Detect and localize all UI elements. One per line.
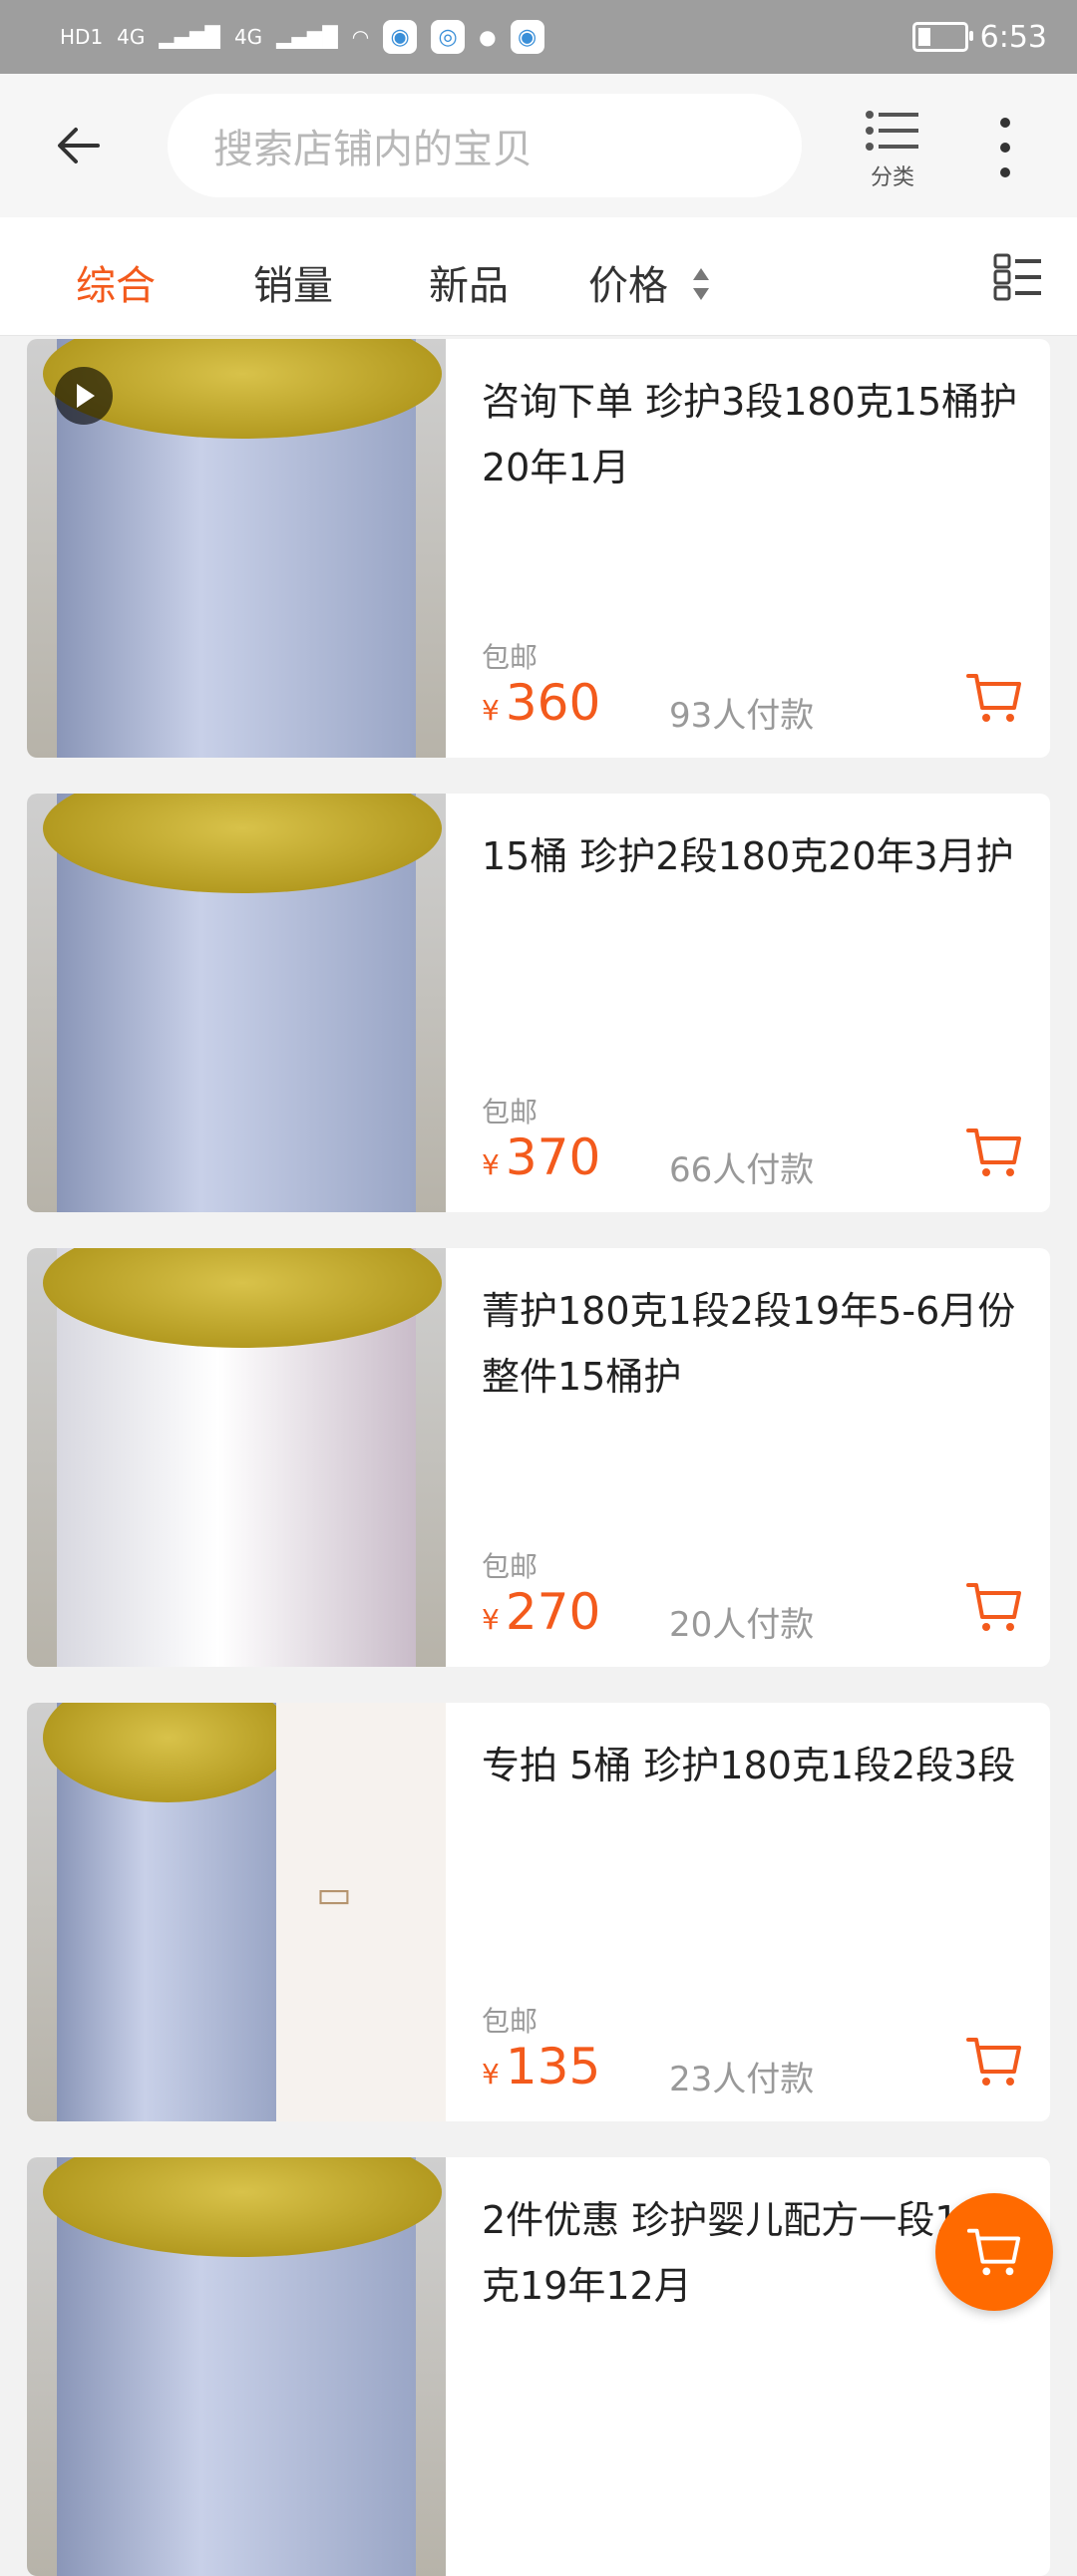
product-image[interactable]: ▭ <box>27 1703 446 2121</box>
product-price: ¥360 <box>482 674 601 732</box>
tab-comprehensive[interactable]: 综合 <box>76 253 156 311</box>
tab-price[interactable]: 价格 <box>588 253 711 311</box>
promo-banner: ▭ <box>276 1703 446 2121</box>
product-card[interactable]: 菁护180克1段2段19年5-6月份整件15桶护 包邮 ¥270 20人付款 <box>27 1248 1050 1667</box>
free-shipping-label: 包邮 <box>482 1550 538 1583</box>
app-notification-icon-2: ◎ <box>431 20 466 54</box>
battery-icon <box>911 22 973 52</box>
tab-price-label: 价格 <box>588 263 668 309</box>
wifi-icon: ◠ <box>351 25 370 49</box>
signal-icon: ▂▄▆█ <box>159 25 220 49</box>
more-options-icon[interactable] <box>995 118 1015 177</box>
network-indicator-2: 4G <box>233 25 263 49</box>
sold-count: 20人付款 <box>669 1605 815 1645</box>
play-video-icon[interactable] <box>55 367 113 425</box>
product-image[interactable] <box>27 2157 446 2576</box>
add-to-cart-icon[interactable] <box>964 668 1024 728</box>
search-placeholder: 搜索店铺内的宝贝 <box>213 127 533 172</box>
tab-new[interactable]: 新品 <box>429 253 509 311</box>
sold-count: 93人付款 <box>669 696 815 736</box>
status-right: 6:53 <box>911 19 1047 55</box>
sort-bar: 综合 销量 新品 价格 <box>0 217 1077 336</box>
add-to-cart-icon[interactable] <box>964 1577 1024 1637</box>
back-button[interactable] <box>52 116 112 175</box>
sold-count: 66人付款 <box>669 1150 815 1190</box>
tab-sales[interactable]: 销量 <box>253 253 333 311</box>
floating-cart-button[interactable] <box>935 2193 1053 2311</box>
signal-icon-2: ▂▄▆█ <box>276 25 338 49</box>
product-image[interactable] <box>27 794 446 1212</box>
product-title: 菁护180克1段2段19年5-6月份整件15桶护 <box>482 1289 1016 1399</box>
search-input[interactable]: 搜索店铺内的宝贝 <box>168 94 802 197</box>
product-title: 专拍 5桶 珍护180克1段2段3段 <box>482 1744 1016 1787</box>
product-price: ¥270 <box>482 1583 601 1641</box>
product-title: 15桶 珍护2段180克20年3月护 <box>482 834 1014 878</box>
status-bar: HD1 4G ▂▄▆█ 4G ▂▄▆█ ◠ ◉ ◎ ● ◉ 6:53 <box>0 0 1077 74</box>
cart-icon <box>966 2228 1021 2276</box>
product-card[interactable]: 2件优惠 珍护婴儿配方一段180克19年12月 <box>27 2157 1050 2576</box>
free-shipping-label: 包邮 <box>482 1096 538 1128</box>
list-icon <box>865 110 920 152</box>
product-card[interactable]: 咨询下单 珍护3段180克15桶护 20年1月 包邮 ¥360 93人付款 <box>27 339 1050 758</box>
top-bar: 搜索店铺内的宝贝 分类 <box>0 74 1077 217</box>
product-price: ¥135 <box>482 2038 601 2095</box>
app-notification-icon-3: ◉ <box>510 20 544 54</box>
sort-arrows-icon <box>692 268 709 300</box>
arrow-left-icon <box>58 128 100 163</box>
product-card[interactable]: ▭ 专拍 5桶 珍护180克1段2段3段 包邮 ¥135 23人付款 <box>27 1703 1050 2121</box>
sold-count: 23人付款 <box>669 2060 815 2099</box>
chat-icon: ● <box>479 25 497 49</box>
network-indicator: 4G <box>117 25 146 49</box>
category-label: 分类 <box>870 165 914 190</box>
clock: 6:53 <box>979 19 1047 55</box>
app-notification-icon: ◉ <box>383 20 418 54</box>
category-button[interactable]: 分类 <box>858 110 927 191</box>
free-shipping-label: 包邮 <box>482 641 538 674</box>
add-to-cart-icon[interactable] <box>964 2032 1024 2092</box>
free-shipping-label: 包邮 <box>482 2005 538 2038</box>
product-card[interactable]: 15桶 珍护2段180克20年3月护 包邮 ¥370 66人付款 <box>27 794 1050 1212</box>
product-price: ¥370 <box>482 1128 601 1186</box>
status-left: HD1 4G ▂▄▆█ 4G ▂▄▆█ ◠ ◉ ◎ ● ◉ <box>60 20 544 54</box>
layout-toggle-icon[interactable] <box>993 251 1043 301</box>
product-image[interactable] <box>27 1248 446 1667</box>
hd-indicator: HD1 <box>60 25 104 49</box>
add-to-cart-icon[interactable] <box>964 1123 1024 1182</box>
product-image[interactable] <box>27 339 446 758</box>
product-title: 咨询下单 珍护3段180克15桶护 20年1月 <box>482 380 1018 489</box>
